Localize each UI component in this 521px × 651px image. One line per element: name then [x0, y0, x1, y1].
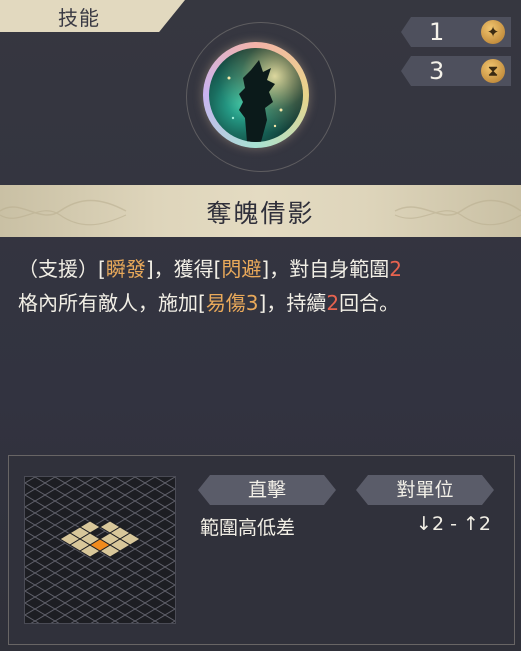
skill-description: （支援）[瞬發]，獲得[閃避]，對自身範圍2 格內所有敵人，施加[易傷3]，持續…: [18, 252, 508, 320]
skill-tab-label: 技能: [58, 6, 100, 30]
skill-name: 奪魄倩影: [206, 199, 315, 228]
cooldown-value: 3: [429, 57, 445, 85]
range-height-label: 範圍高低差: [200, 517, 296, 539]
desc-text: ]，獲得[: [145, 257, 222, 281]
range-grid: [24, 476, 176, 624]
cost-pill-hourglass: 3 ⧗: [401, 56, 511, 86]
hourglass-icon: ⧗: [481, 59, 505, 83]
star-coin-icon: ✦: [481, 20, 505, 44]
number-duration: 2: [326, 291, 340, 315]
keyword-instant: 瞬發: [105, 257, 146, 281]
skill-portrait-icon: [209, 48, 303, 142]
keyword-vulnerable: 易傷3: [205, 291, 259, 315]
attack-type-tag: 直擊: [198, 475, 336, 505]
desc-text: ]，持續: [258, 291, 327, 315]
keyword-evasion: 閃避: [221, 257, 262, 281]
description-line-1: （支援）[瞬發]，獲得[閃避]，對自身範圍2: [18, 252, 508, 286]
target-type-tag: 對單位: [356, 475, 494, 505]
cost-pill-star: 1 ✦: [401, 17, 511, 47]
number-range: 2: [389, 257, 402, 281]
desc-text: 格內所有敵人，施加[: [18, 291, 206, 315]
desc-text: （支援）[: [18, 257, 106, 281]
cost-value: 1: [429, 18, 445, 46]
desc-text: 回合。: [339, 291, 400, 315]
desc-text: ]，對自身範圍: [261, 257, 390, 281]
description-line-2: 格內所有敵人，施加[易傷3]，持續2回合。: [18, 286, 508, 320]
range-height-value: ↓2 - ↑2: [416, 513, 491, 535]
